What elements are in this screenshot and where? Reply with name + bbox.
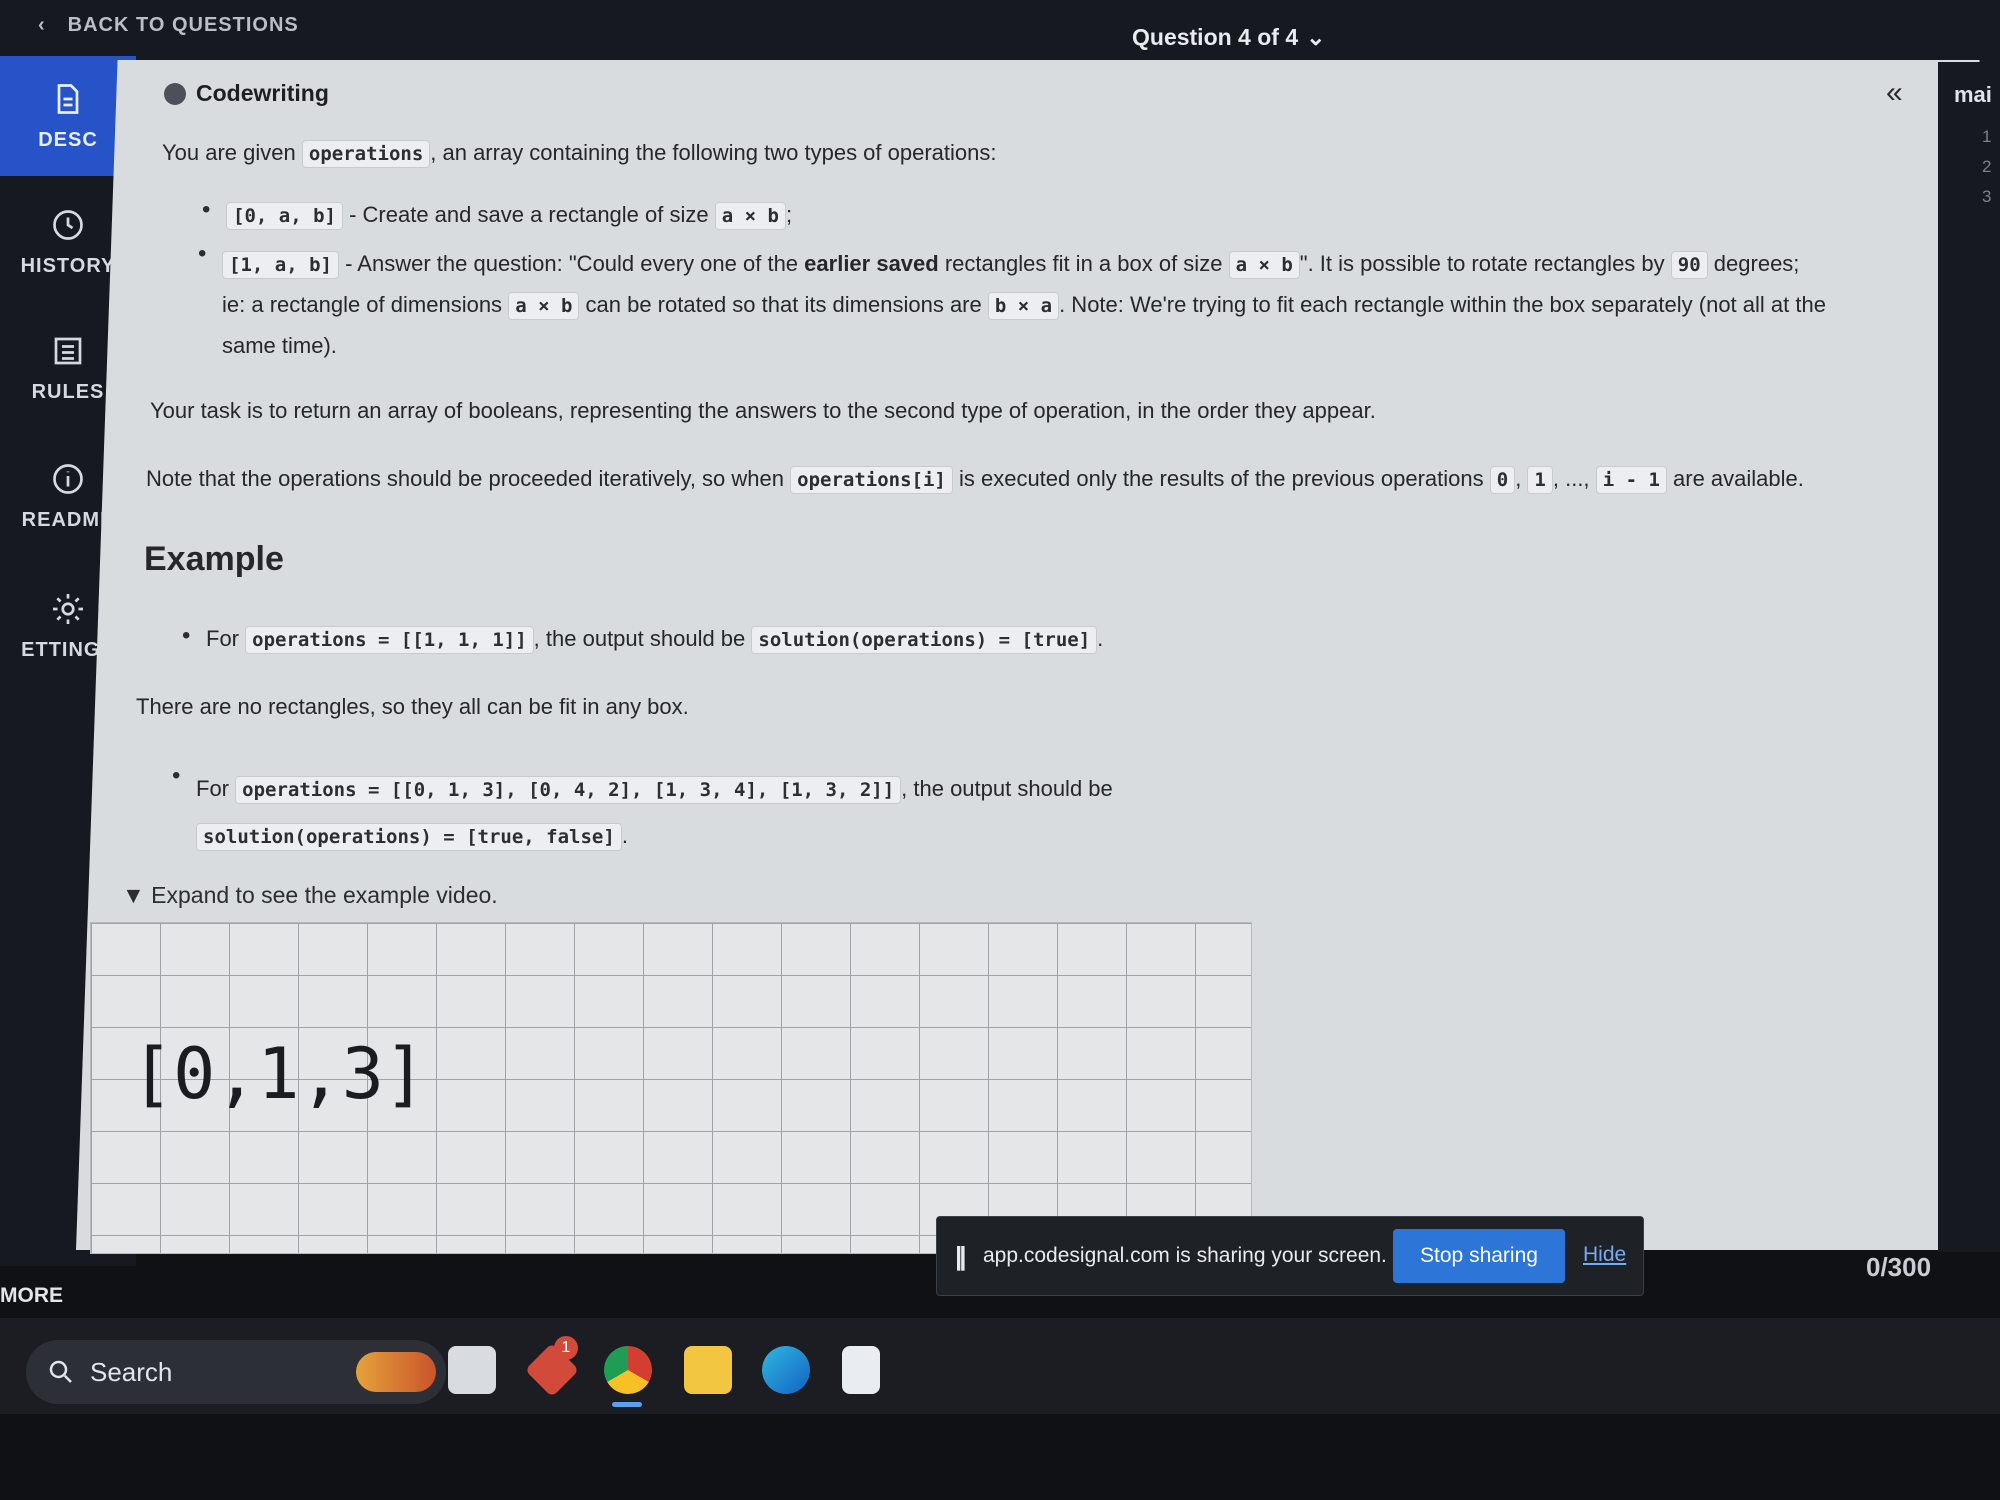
example-1: For operations = [[1, 1, 1]], the output… [206,624,1103,655]
bullet [182,622,192,632]
sidebar-item-label: HISTORY [20,254,116,277]
codewriting-title: Codewriting [196,80,329,106]
video-text: [0,1,3] [131,1033,427,1115]
sidebar-item-label: RULES [31,380,105,403]
char-counter: 0/300 [1866,1252,1932,1282]
back-label: BACK TO QUESTIONS [67,14,299,36]
question-selector[interactable]: Question 4 of 4 ⌄ [1132,24,1325,51]
question-selector-label: Question 4 of 4 [1132,24,1299,50]
edge-icon[interactable] [762,1346,810,1394]
example-heading: Example [144,540,284,578]
taskbar-search[interactable]: Search [26,1340,446,1404]
code-operations: operations [301,140,431,168]
editor-panel: mai 123 [1938,62,2000,1252]
note-text: Note that the operations should be proce… [146,464,1804,495]
taskbar: Search 1 [0,1318,2000,1414]
example-video[interactable]: [0,1,3] [90,922,1252,1254]
bullet [172,762,182,772]
document-icon [57,83,79,114]
sidebar-item-label: DESC [38,128,98,151]
codewriting-header: Codewriting [164,80,329,107]
search-highlight-icon [356,1352,436,1392]
triangle-down-icon: ▼ [122,882,145,908]
search-icon [49,1360,72,1383]
search-label: Search [90,1356,173,1387]
intro-text: You are given operations, an array conta… [162,138,997,169]
back-to-questions-link[interactable]: ‹ BACK TO QUESTIONS [38,14,299,37]
notification-badge: 1 [554,1336,578,1360]
hide-link[interactable]: Hide [1583,1243,1626,1267]
chrome-icon[interactable] [604,1346,652,1394]
collapse-panel-icon[interactable]: « [1886,76,1903,110]
bullet [198,240,208,250]
expand-label: Expand to see the example video. [151,882,498,908]
clock-icon [53,209,83,240]
active-app-indicator [612,1402,642,1407]
share-message: app.codesignal.com is sharing your scree… [983,1244,1387,1267]
more-button[interactable]: MORE [0,1284,63,1308]
operation-type-1: [0, a, b] - Create and save a rectangle … [226,200,792,231]
screen-share-bar: || app.codesignal.com is sharing your sc… [936,1216,1644,1296]
bullet [202,196,212,206]
gear-icon [53,593,83,624]
example-2: For operations = [[0, 1, 3], [0, 4, 2], … [196,766,1113,860]
file-explorer-icon[interactable] [684,1346,732,1394]
chevron-down-icon: ⌄ [1306,24,1326,50]
chevron-left-icon: ‹ [38,14,46,36]
operation-type-2: [1, a, b] - Answer the question: "Could … [222,251,1826,358]
info-icon [53,463,83,494]
task-view-icon[interactable] [448,1346,496,1394]
pause-icon: || [955,1241,966,1271]
editor-tab[interactable]: mai [1954,82,1992,108]
description-panel: Codewriting « You are given operations, … [90,60,1940,1254]
task-text: Your task is to return an array of boole… [150,398,1376,423]
stop-sharing-button[interactable]: Stop sharing [1393,1229,1565,1283]
expand-video-toggle[interactable]: ▼ Expand to see the example video. [122,882,498,909]
list-icon [54,337,82,364]
line-numbers: 123 [1982,127,1992,206]
top-bar: ‹ BACK TO QUESTIONS Question 4 of 4 ⌄ [0,0,2000,62]
codewriting-icon [164,82,186,105]
document-app-icon[interactable] [842,1346,880,1394]
example-1-explanation: There are no rectangles, so they all can… [136,694,689,719]
